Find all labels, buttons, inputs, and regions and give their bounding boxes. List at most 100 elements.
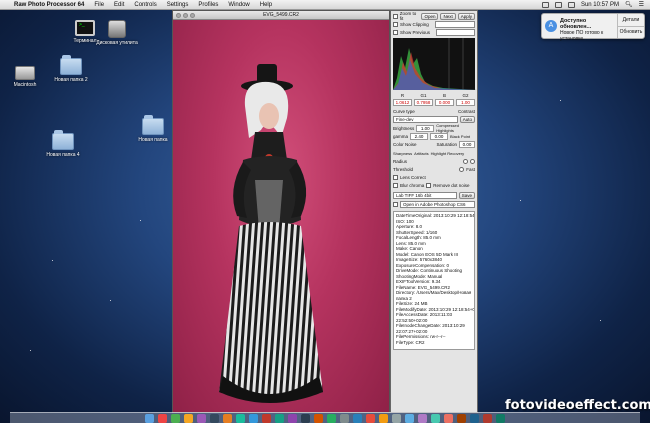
dock-app-icon[interactable] (470, 413, 479, 423)
exif-line: FileInodeChangeDate: 2013:10:29 (396, 323, 465, 328)
g1-multiplier[interactable]: 0.7958 (414, 98, 433, 106)
menu-window[interactable]: Window (228, 2, 249, 8)
menu-settings[interactable]: Settings (167, 2, 189, 8)
desktop-icon-folder-2[interactable]: Новая папка 2 (48, 55, 94, 83)
rgb-header-g1: G1 (420, 92, 427, 98)
gamma-field[interactable]: 2.40 (410, 132, 429, 140)
photo-preview[interactable] (173, 20, 389, 412)
remove-dot-noise-label: Remove dot noise (433, 182, 470, 188)
menu-controls[interactable]: Controls (134, 2, 156, 8)
dock-app-icon[interactable] (392, 413, 401, 423)
desktop-icon-folder[interactable]: Новая папка (130, 115, 176, 143)
previous-select[interactable] (436, 28, 475, 36)
dock-app-icon[interactable] (353, 413, 362, 423)
gamma-label: gamma (393, 133, 409, 139)
rgb-header-r: R (400, 92, 405, 98)
brightness-field[interactable]: 1.00 (416, 124, 435, 132)
exif-line: DriveMode: Continuous Shooting (396, 268, 463, 273)
menu-profiles[interactable]: Profiles (198, 2, 218, 8)
folder-icon (52, 130, 74, 150)
dock-app-icon[interactable] (314, 413, 323, 423)
dock-app-icon[interactable] (288, 413, 297, 423)
show-clipping-label: Show Clipping (400, 21, 429, 27)
saturation-label: Saturation (436, 141, 457, 147)
dock-app-icon[interactable] (340, 413, 349, 423)
dock-app-icon[interactable] (158, 413, 167, 423)
desktop-icon-label: Дисковая утилита (96, 40, 138, 46)
desktop-icon-disk-utility[interactable]: Дисковая утилита (94, 20, 140, 46)
lens-correct-checkbox[interactable] (393, 174, 398, 180)
r-multiplier[interactable]: 1.0612 (393, 98, 412, 106)
dock-app-icon[interactable] (275, 413, 284, 423)
exif-line: FileType: CR2 (396, 339, 425, 345)
dock-app-icon[interactable] (444, 413, 453, 423)
dock-app-icon[interactable] (145, 413, 154, 423)
curve-type-select[interactable]: Fine-dev (393, 115, 458, 123)
notification-center-icon[interactable]: ☰ (639, 1, 644, 8)
open-in-select[interactable]: Open in Adobe Photoshop CS6 (400, 201, 475, 208)
dock-app-icon[interactable] (496, 413, 505, 423)
notification-title: Доступно обновлен... (560, 18, 592, 30)
highlight-option-2[interactable] (470, 158, 475, 164)
dock-app-icon[interactable] (301, 413, 310, 423)
show-previous-checkbox[interactable] (393, 29, 398, 35)
dock-app-icon[interactable] (249, 413, 258, 423)
highlight-option-3[interactable] (459, 166, 465, 172)
update-button[interactable]: Обновить (618, 25, 644, 39)
g2-multiplier[interactable]: 1.00 (456, 98, 475, 106)
clipping-select[interactable] (434, 20, 475, 28)
menu-edit[interactable]: Edit (114, 2, 124, 8)
dock-app-icon[interactable] (223, 413, 232, 423)
dock-app-icon[interactable] (431, 413, 440, 423)
dock-app-icon[interactable] (171, 413, 180, 423)
blur-chroma-checkbox[interactable] (393, 182, 398, 188)
zoom-to-fit-checkbox[interactable] (393, 13, 398, 19)
zoom-button[interactable] (190, 13, 195, 18)
b-multiplier[interactable]: 0.000 (435, 98, 454, 106)
volume-icon[interactable] (567, 1, 575, 8)
status-icon[interactable] (541, 1, 549, 8)
dock-app-icon[interactable] (457, 413, 466, 423)
menu-help[interactable]: Help (260, 2, 272, 8)
clock[interactable]: Sun 10:57 PM (581, 2, 619, 8)
open-button[interactable]: Open (421, 12, 439, 20)
update-notification[interactable]: A Доступно обновлен... Новое ПО готово к… (541, 13, 645, 42)
dock-app-icon[interactable] (262, 413, 271, 423)
dock-app-icon[interactable] (366, 413, 375, 423)
hard-drive-icon (15, 66, 35, 80)
contrast-field[interactable]: 0.00 (430, 132, 449, 140)
dock-app-icon[interactable] (197, 413, 206, 423)
dock-app-icon[interactable] (405, 413, 414, 423)
show-clipping-checkbox[interactable] (393, 21, 398, 27)
saturation-field[interactable]: 0.00 (459, 140, 475, 148)
exif-info-box[interactable]: DateTimeOriginal: 2013:10:29 12:18:54 ISO… (393, 211, 475, 350)
apply-button[interactable]: Apply (457, 12, 475, 20)
dock-app-icon[interactable] (379, 413, 388, 423)
wifi-icon[interactable] (554, 1, 562, 8)
output-format-select[interactable]: Lab TIFF 16b 4bit (393, 192, 457, 199)
minimize-button[interactable] (183, 13, 188, 18)
zoom-to-fit-label: Zoom to fit (399, 11, 417, 21)
save-button[interactable]: Save (458, 192, 475, 199)
highlight-option-1[interactable] (463, 158, 468, 164)
remove-dot-noise-checkbox[interactable] (426, 182, 432, 188)
close-button[interactable] (176, 13, 181, 18)
lens-correct-label: Lens Correct (400, 174, 426, 180)
menu-file[interactable]: File (94, 2, 104, 8)
app-menu[interactable]: Raw Photo Processor 64 (14, 2, 84, 8)
dock-app-icon[interactable] (210, 413, 219, 423)
rgb-header-g2: G2 (462, 92, 469, 98)
desktop-icon-macintosh[interactable]: Macintosh (2, 66, 48, 88)
image-window-titlebar[interactable]: EVG_5499.CR2 (173, 11, 389, 20)
next-button[interactable]: Next (440, 12, 456, 20)
dock-app-icon[interactable] (483, 413, 492, 423)
dock-app-icon[interactable] (236, 413, 245, 423)
open-in-checkbox[interactable] (393, 202, 398, 207)
desktop-icon-folder-4[interactable]: Новая папка 4 (40, 130, 86, 158)
dock-app-icon[interactable] (418, 413, 427, 423)
dock-app-icon[interactable] (184, 413, 193, 423)
details-button[interactable]: Детали (618, 14, 644, 26)
auto-button[interactable]: Auto (459, 115, 475, 123)
dock-app-icon[interactable] (327, 413, 336, 423)
spotlight-icon[interactable]: 🔍︎ (625, 1, 633, 8)
